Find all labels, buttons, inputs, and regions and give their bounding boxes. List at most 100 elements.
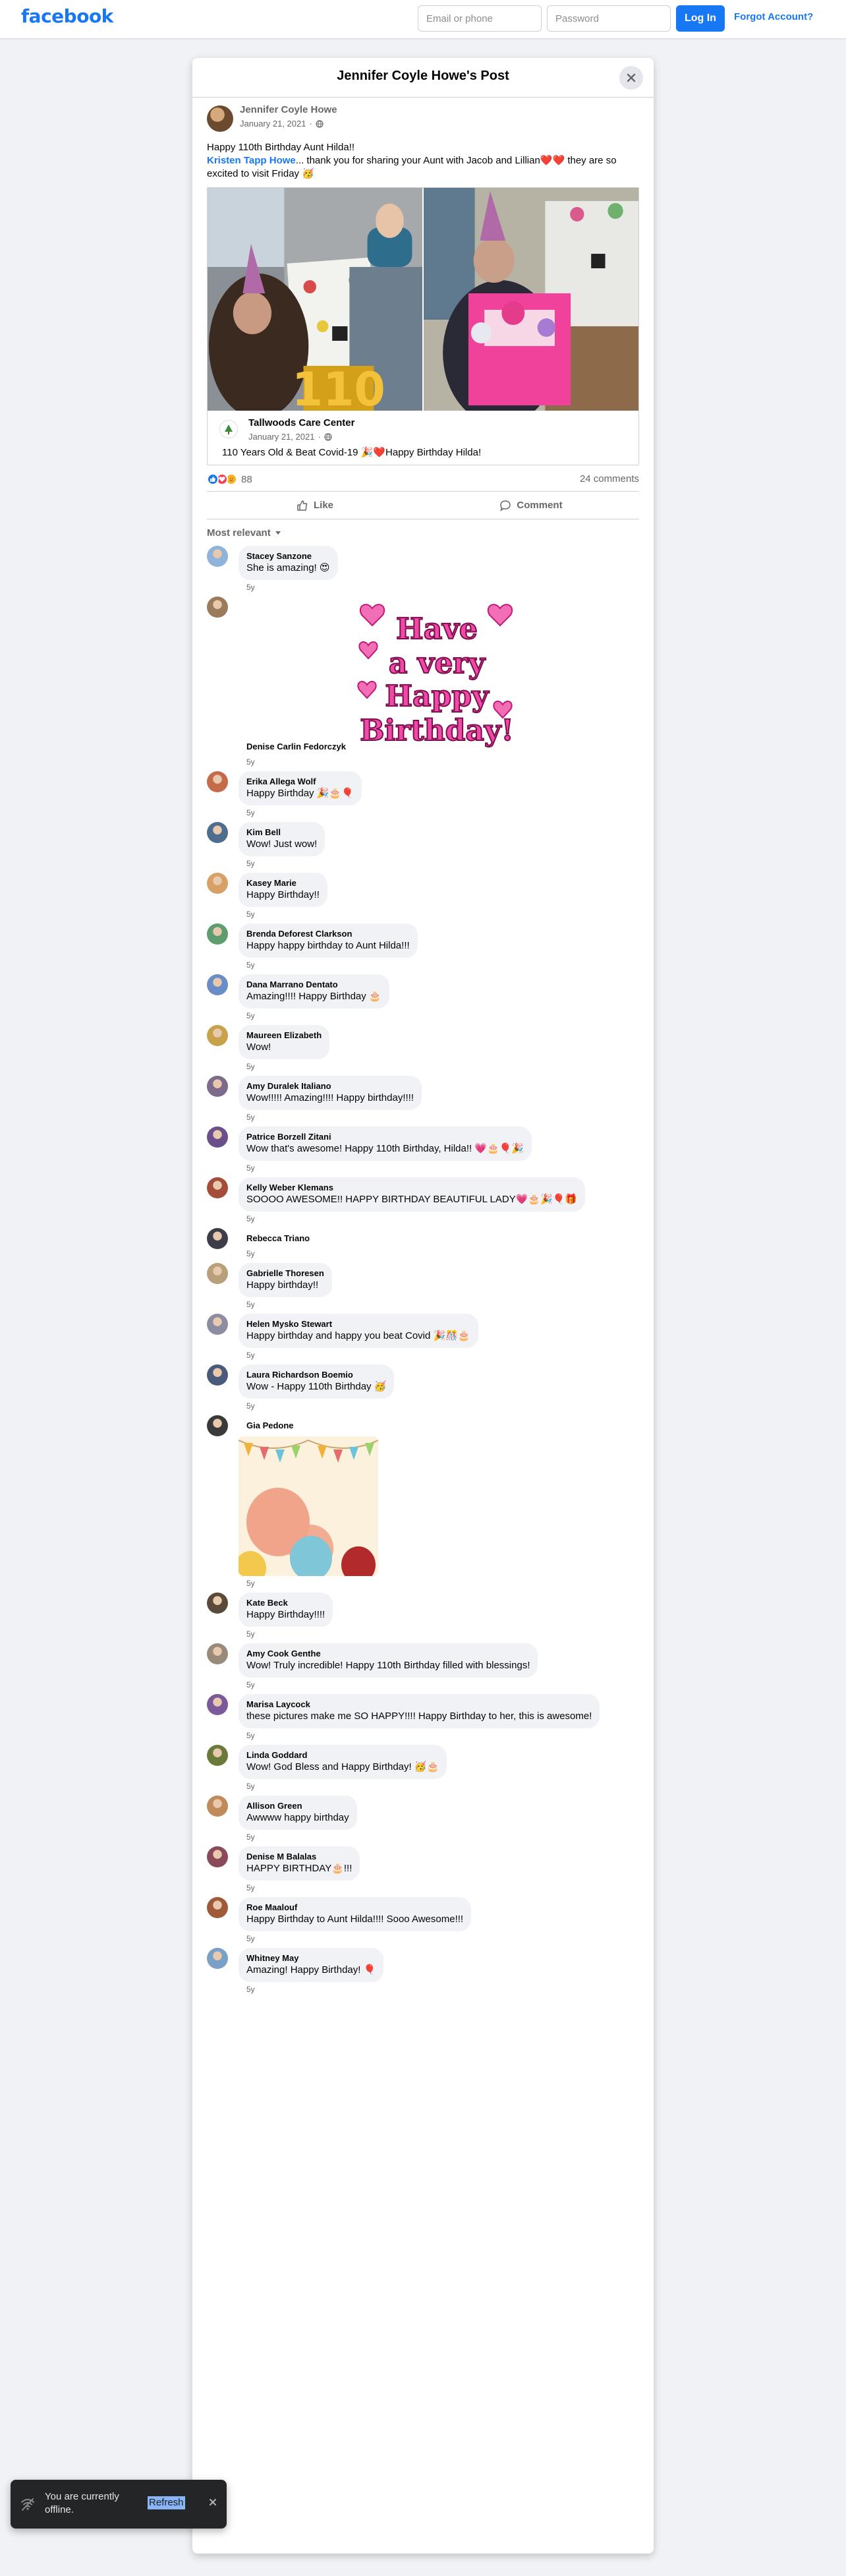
commenter-avatar[interactable] — [207, 771, 228, 792]
commenter-avatar[interactable] — [207, 1177, 228, 1198]
comment-timestamp[interactable]: 5y — [239, 1248, 639, 1259]
mention-link[interactable]: Kristen Tapp Howe — [207, 155, 296, 166]
commenter-avatar[interactable] — [207, 1643, 228, 1664]
commenter-avatar[interactable] — [207, 923, 228, 945]
commenter-avatar[interactable] — [207, 546, 228, 567]
commenter-avatar[interactable] — [207, 822, 228, 843]
commenter-name[interactable]: Gia Pedone — [246, 1420, 294, 1431]
comment-timestamp[interactable]: 5y — [239, 1061, 639, 1072]
comment-button[interactable]: Comment — [423, 492, 639, 519]
comment-timestamp[interactable]: 5y — [239, 1010, 639, 1021]
login-button[interactable]: Log In — [676, 5, 725, 32]
commenter-name[interactable]: Allison Green — [246, 1801, 349, 1811]
shared-date-text[interactable]: January 21, 2021 — [248, 432, 314, 442]
commenter-avatar[interactable] — [207, 873, 228, 894]
commenter-avatar[interactable] — [207, 1415, 228, 1436]
commenter-avatar[interactable] — [207, 1694, 228, 1715]
comment-timestamp[interactable]: 5y — [239, 1350, 639, 1361]
facebook-logo[interactable]: facebook — [21, 5, 113, 27]
comment-timestamp[interactable]: 5y — [239, 960, 639, 970]
commenter-name[interactable]: Marisa Laycock — [246, 1699, 592, 1710]
comment-timestamp[interactable]: 5y — [239, 1883, 639, 1893]
commenter-name[interactable]: Helen Mysko Stewart — [246, 1319, 470, 1330]
commenter-name[interactable]: Maureen Elizabeth — [246, 1030, 322, 1041]
commenter-name[interactable]: Denise Carlin Fedorczyk — [246, 742, 346, 752]
commenter-name[interactable]: Rebecca Triano — [246, 1233, 310, 1244]
birthday-photo-1[interactable]: 110 — [208, 188, 422, 411]
comment-timestamp[interactable]: 5y — [239, 807, 639, 818]
commenter-avatar[interactable] — [207, 1593, 228, 1614]
commenter-name[interactable]: Patrice Borzell Zitani — [246, 1132, 524, 1142]
commenter-name[interactable]: Dana Marrano Dentato — [246, 980, 381, 990]
reactions-summary[interactable]: 88 — [207, 473, 252, 485]
commenter-avatar[interactable] — [207, 1796, 228, 1817]
comment-timestamp[interactable]: 5y — [239, 1112, 639, 1123]
comment-count[interactable]: 24 comments — [580, 473, 639, 484]
commenter-avatar[interactable] — [207, 1076, 228, 1097]
post-date-text[interactable]: January 21, 2021 — [240, 119, 306, 129]
commenter-name[interactable]: Linda Goddard — [246, 1750, 439, 1761]
commenter-name[interactable]: Gabrielle Thoresen — [246, 1268, 324, 1279]
birthday-photo-2[interactable] — [424, 188, 638, 411]
commenter-name[interactable]: Kate Beck — [246, 1598, 325, 1608]
comment-timestamp[interactable]: 5y — [239, 1214, 639, 1224]
commenter-avatar[interactable] — [207, 1846, 228, 1867]
commenter-avatar[interactable] — [207, 1745, 228, 1766]
close-icon[interactable] — [208, 2498, 217, 2507]
commenter-avatar[interactable] — [207, 1263, 228, 1284]
commenter-name[interactable]: Stacey Sanzone — [246, 551, 330, 562]
author-avatar[interactable] — [207, 105, 233, 132]
commenter-name[interactable]: Laura Richardson Boemio — [246, 1370, 386, 1380]
forgot-account-link[interactable]: Forgot Account? — [734, 11, 813, 22]
commenter-name[interactable]: Kim Bell — [246, 827, 317, 838]
comment-timestamp[interactable]: 5y — [239, 757, 639, 767]
post-body: Jennifer Coyle Howe January 21, 2021 · H… — [192, 104, 654, 1995]
commenter-avatar[interactable] — [207, 597, 228, 618]
page-logo[interactable] — [219, 420, 238, 438]
commenter-avatar[interactable] — [207, 1127, 228, 1148]
shared-post-footer: Tallwoods Care Center January 21, 2021 ·… — [208, 411, 638, 465]
email-field[interactable] — [418, 5, 542, 32]
thumbs-up-icon — [297, 500, 308, 511]
commenter-name[interactable]: Roe Maalouf — [246, 1902, 463, 1913]
commenter-name[interactable]: Erika Allega Wolf — [246, 776, 354, 787]
commenter-avatar[interactable] — [207, 1228, 228, 1249]
commenter-name[interactable]: Whitney May — [246, 1953, 376, 1964]
commenter-avatar[interactable] — [207, 1897, 228, 1918]
commenter-name[interactable]: Amy Duralek Italiano — [246, 1081, 414, 1092]
birthday-balloons-gif[interactable] — [239, 1436, 378, 1576]
comment-timestamp[interactable]: 5y — [239, 1163, 639, 1173]
commenter-avatar[interactable] — [207, 1364, 228, 1386]
comment-timestamp[interactable]: 5y — [239, 1781, 639, 1792]
commenter-name[interactable]: Denise M Balalas — [246, 1852, 352, 1862]
comment-timestamp[interactable]: 5y — [239, 1629, 639, 1639]
comment-timestamp[interactable]: 5y — [239, 1832, 639, 1842]
post-author-name[interactable]: Jennifer Coyle Howe — [240, 104, 337, 115]
close-button[interactable] — [619, 66, 643, 90]
commenter-avatar[interactable] — [207, 974, 228, 995]
comment-timestamp[interactable]: 5y — [239, 1730, 639, 1741]
comment-timestamp[interactable]: 5y — [239, 858, 639, 869]
like-button[interactable]: Like — [207, 492, 423, 519]
comment-timestamp[interactable]: 5y — [239, 1401, 639, 1411]
commenter-avatar[interactable] — [207, 1948, 228, 1969]
birthday-sticker[interactable]: Havea veryHappyBirthday! — [354, 599, 516, 749]
password-field[interactable] — [547, 5, 671, 32]
commenter-name[interactable]: Kasey Marie — [246, 878, 320, 889]
shared-post[interactable]: 110 Tallwoods Care Center January 21, 20… — [207, 187, 639, 465]
comment-sort-dropdown[interactable]: Most relevant — [207, 523, 639, 542]
comment-timestamp[interactable]: 5y — [239, 909, 639, 920]
commenter-avatar[interactable] — [207, 1025, 228, 1046]
comment-timestamp[interactable]: 5y — [239, 1680, 639, 1690]
commenter-name[interactable]: Amy Cook Genthe — [246, 1649, 530, 1659]
commenter-name[interactable]: Kelly Weber Klemans — [246, 1183, 577, 1193]
comment-timestamp[interactable]: 5y — [239, 1578, 639, 1589]
comment-timestamp[interactable]: 5y — [239, 1933, 639, 1944]
comment-timestamp[interactable]: 5y — [239, 1984, 639, 1995]
comment-timestamp[interactable]: 5y — [239, 582, 639, 593]
commenter-name[interactable]: Brenda Deforest Clarkson — [246, 929, 410, 939]
refresh-link[interactable]: Refresh — [148, 2496, 185, 2509]
comment-timestamp[interactable]: 5y — [239, 1299, 639, 1310]
shared-page-name[interactable]: Tallwoods Care Center — [248, 417, 354, 428]
commenter-avatar[interactable] — [207, 1314, 228, 1335]
